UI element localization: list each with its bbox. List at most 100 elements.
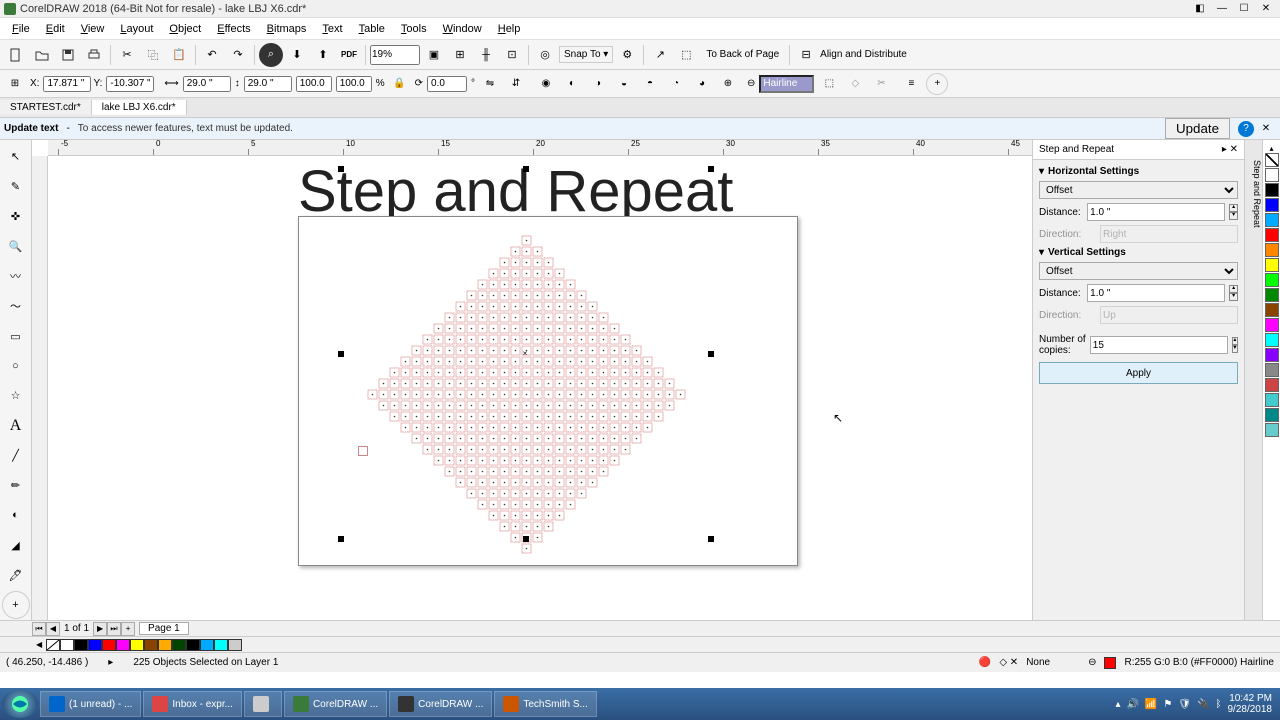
- selection-handle[interactable]: [338, 351, 344, 357]
- object-origin-button[interactable]: ⊞: [4, 73, 26, 95]
- add-tool[interactable]: +: [2, 591, 30, 619]
- volume-icon[interactable]: 🔊: [1126, 699, 1138, 710]
- cut-button[interactable]: ✂: [115, 43, 139, 67]
- outline-color-swatch[interactable]: [1104, 657, 1116, 669]
- h-distance-input[interactable]: [1087, 203, 1225, 221]
- clock[interactable]: 10:42 PM 9/28/2018: [1228, 693, 1273, 715]
- selection-handle[interactable]: [523, 536, 529, 542]
- polygon-tool[interactable]: ☆: [2, 382, 30, 410]
- page-tab[interactable]: Page 1: [139, 622, 189, 635]
- artistic-media-tool[interactable]: 〜: [2, 292, 30, 320]
- menu-edit[interactable]: Edit: [38, 21, 73, 37]
- taskbar-item[interactable]: TechSmith S...: [494, 691, 596, 717]
- no-fill-swatch[interactable]: [46, 639, 60, 651]
- no-color-swatch[interactable]: [1265, 153, 1279, 167]
- front-minus-back-button[interactable]: ◓: [639, 73, 661, 95]
- crop-tool[interactable]: ✜: [2, 203, 30, 231]
- taskbar-item[interactable]: [244, 691, 282, 717]
- taskbar-item[interactable]: CorelDRAW ...: [284, 691, 387, 717]
- tray-up-icon[interactable]: ▴: [1115, 699, 1120, 710]
- outline-width-select[interactable]: [759, 75, 814, 93]
- order-button[interactable]: ⬚: [674, 43, 698, 67]
- doc-tab[interactable]: STARTEST.cdr*: [0, 100, 92, 115]
- grid-button[interactable]: ⊞: [448, 43, 472, 67]
- align-distribute-label[interactable]: Align and Distribute: [820, 49, 907, 60]
- color-bar-swatch[interactable]: [130, 639, 144, 651]
- scale-x-input[interactable]: [296, 76, 332, 92]
- print-button[interactable]: [82, 43, 106, 67]
- docker-tab-strip[interactable]: Step and Repeat: [1244, 140, 1262, 620]
- compat-icon[interactable]: ◧: [1190, 2, 1210, 16]
- convert-curves-button[interactable]: ◇: [844, 73, 866, 95]
- freehand-tool[interactable]: 〰: [2, 263, 30, 291]
- pick-tool[interactable]: ↖: [2, 143, 30, 171]
- canvas-area[interactable]: -5051015202530354045 Step and Repeat × ↖: [32, 140, 1032, 620]
- align-left-button[interactable]: ≡: [900, 73, 922, 95]
- help-icon[interactable]: ?: [1238, 121, 1254, 137]
- zoom-tool[interactable]: 🔍: [2, 233, 30, 261]
- parallel-dimension-tool[interactable]: ╱: [2, 442, 30, 470]
- combine-button[interactable]: ⊕: [717, 73, 739, 95]
- docker-tab-label[interactable]: Step and Repeat: [1252, 160, 1262, 228]
- color-bar-swatch[interactable]: [158, 639, 172, 651]
- docker-menu-icon[interactable]: ▸ ✕: [1222, 144, 1238, 155]
- new-button[interactable]: [4, 43, 28, 67]
- rectangle-tool[interactable]: ▭: [2, 322, 30, 350]
- menu-layout[interactable]: Layout: [112, 21, 161, 37]
- selection-handle[interactable]: [708, 351, 714, 357]
- back-of-page-label[interactable]: To Back of Page: [700, 49, 785, 60]
- color-bar-swatch[interactable]: [74, 639, 88, 651]
- menu-file[interactable]: File: [4, 21, 38, 37]
- color-swatch[interactable]: [1265, 348, 1279, 362]
- y-position-input[interactable]: [106, 76, 154, 92]
- launch-button[interactable]: ↗: [648, 43, 672, 67]
- redo-button[interactable]: ↷: [226, 43, 250, 67]
- color-eyedropper-tool[interactable]: ◢: [2, 531, 30, 559]
- boundary-button[interactable]: ◕: [691, 73, 713, 95]
- apply-button[interactable]: Apply: [1039, 362, 1238, 384]
- v-distance-input[interactable]: [1087, 284, 1225, 302]
- weld-button[interactable]: ◉: [535, 73, 557, 95]
- width-input[interactable]: [183, 76, 231, 92]
- vertical-settings-header[interactable]: ▾ Vertical Settings: [1039, 245, 1238, 260]
- color-swatch[interactable]: [1265, 258, 1279, 272]
- menu-effects[interactable]: Effects: [209, 21, 258, 37]
- power-icon[interactable]: 🔌: [1197, 699, 1209, 710]
- fullscreen-button[interactable]: ▣: [422, 43, 446, 67]
- break-apart-button[interactable]: ✂: [870, 73, 892, 95]
- pdf-button[interactable]: PDF: [337, 43, 361, 67]
- interactive-fill-tool[interactable]: 🖊: [2, 561, 30, 589]
- color-bar-swatch[interactable]: [144, 639, 158, 651]
- menu-window[interactable]: Window: [435, 21, 490, 37]
- scale-y-input[interactable]: [336, 76, 372, 92]
- color-swatch[interactable]: [1265, 198, 1279, 212]
- color-swatch[interactable]: [1265, 213, 1279, 227]
- start-button[interactable]: [2, 690, 38, 718]
- color-bar-swatch[interactable]: [60, 639, 74, 651]
- selection-handle[interactable]: [708, 536, 714, 542]
- menu-table[interactable]: Table: [351, 21, 393, 37]
- nav-last-button[interactable]: ⏭: [107, 622, 121, 636]
- color-bar-swatch[interactable]: [228, 639, 242, 651]
- lock-ratio-button[interactable]: 🔒: [389, 73, 411, 95]
- intersect-button[interactable]: ◑: [587, 73, 609, 95]
- color-swatch[interactable]: [1265, 183, 1279, 197]
- color-bar-swatch[interactable]: [102, 639, 116, 651]
- guidelines-button[interactable]: ╫: [474, 43, 498, 67]
- color-swatch[interactable]: [1265, 318, 1279, 332]
- color-swatch[interactable]: [1265, 408, 1279, 422]
- rotation-input[interactable]: [427, 76, 467, 92]
- search-button[interactable]: ⌕: [259, 43, 283, 67]
- back-minus-front-button[interactable]: ◔: [665, 73, 687, 95]
- record-icon[interactable]: 🔴: [979, 657, 991, 668]
- horizontal-settings-header[interactable]: ▾ Horizontal Settings: [1039, 164, 1238, 179]
- close-info-icon[interactable]: ✕: [1258, 121, 1274, 137]
- network-icon[interactable]: 📶: [1145, 699, 1157, 710]
- selection-center[interactable]: ×: [521, 349, 529, 357]
- options-button[interactable]: ⚙: [615, 43, 639, 67]
- open-button[interactable]: [30, 43, 54, 67]
- color-swatch[interactable]: [1265, 393, 1279, 407]
- shape-tool[interactable]: ✎: [2, 173, 30, 201]
- text-tool[interactable]: A: [2, 412, 30, 440]
- snap-off-button[interactable]: ⊡: [500, 43, 524, 67]
